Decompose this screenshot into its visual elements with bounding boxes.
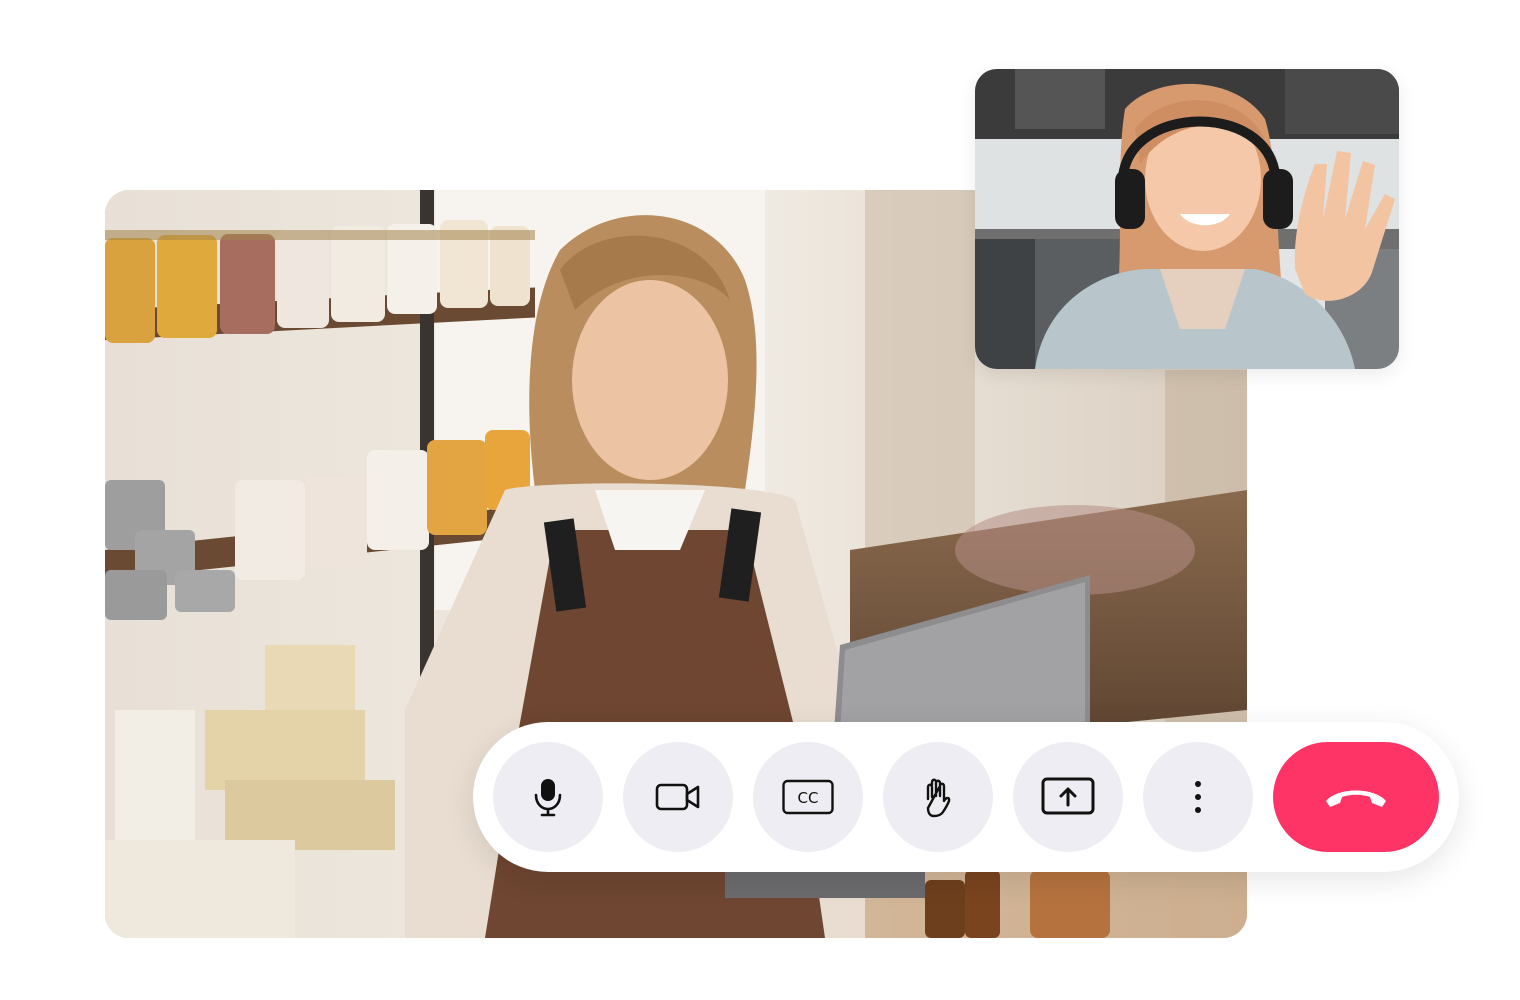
more-vertical-icon: [1195, 781, 1201, 813]
captions-label: CC: [798, 789, 819, 807]
self-video-pip[interactable]: [975, 69, 1399, 369]
microphone-icon: [534, 779, 562, 817]
video-call-stage: CC: [0, 0, 1520, 1000]
call-control-bar: CC: [473, 722, 1459, 872]
hang-up-icon: [1326, 790, 1386, 807]
share-screen-button[interactable]: [1013, 742, 1123, 852]
raise-hand-button[interactable]: [883, 742, 993, 852]
hand-icon: [926, 778, 951, 818]
video-camera-icon: [655, 783, 700, 811]
share-screen-icon: [1041, 777, 1095, 815]
more-options-button[interactable]: [1143, 742, 1253, 852]
closed-captions-icon: CC: [782, 779, 834, 815]
end-call-button[interactable]: [1273, 742, 1439, 852]
closed-captions-button[interactable]: CC: [753, 742, 863, 852]
mute-microphone-button[interactable]: [493, 742, 603, 852]
pip-video-frame: [975, 69, 1399, 369]
toggle-camera-button[interactable]: [623, 742, 733, 852]
